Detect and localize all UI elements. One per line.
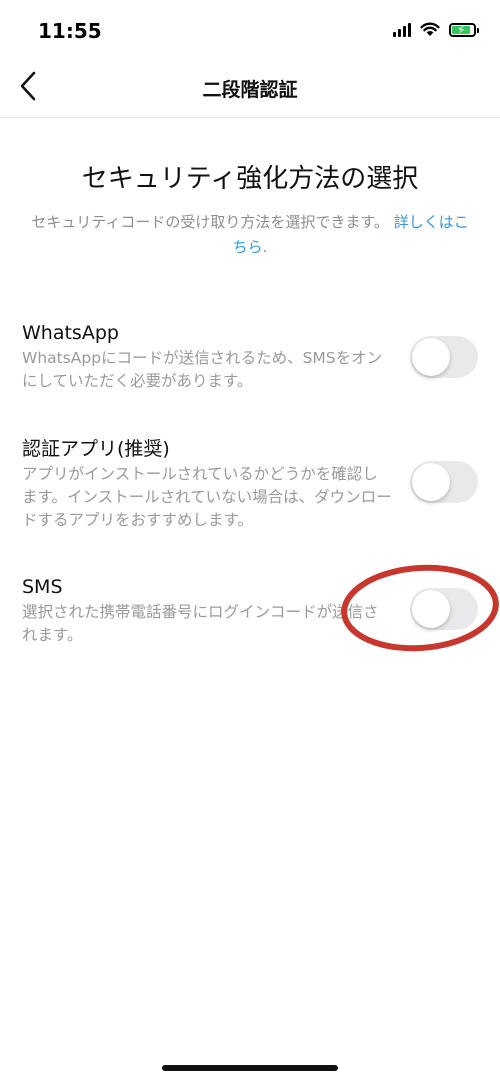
nav-bar: 二段階認証 xyxy=(0,56,500,118)
option-title: WhatsApp xyxy=(22,322,119,344)
toggle-knob xyxy=(412,338,450,376)
option-sms: SMS 選択された携帯電話番号にログインコードが送信されます。 xyxy=(22,574,482,647)
option-description: アプリがインストールされているかどうかを確認します。インストールされていない場合… xyxy=(22,465,392,529)
toggle-knob xyxy=(412,590,450,628)
two-factor-auth-screen: 11:55 ⚡ 二段階認証 セキュリティ強化方法の選択 セキュリティコードの受け… xyxy=(0,0,500,1083)
sms-toggle[interactable] xyxy=(410,588,478,630)
option-title: 認証アプリ(推奨) xyxy=(22,438,170,460)
status-time: 11:55 xyxy=(38,19,102,43)
subtitle-period: . xyxy=(262,238,268,256)
status-icons: ⚡ xyxy=(393,22,479,37)
option-whatsapp: WhatsApp WhatsAppにコードが送信されるため、SMSをオンにしてい… xyxy=(22,320,482,393)
whatsapp-toggle[interactable] xyxy=(410,336,478,378)
option-description: WhatsAppにコードが送信されるため、SMSをオンにしていただく必要がありま… xyxy=(22,349,383,390)
home-indicator xyxy=(162,1065,338,1071)
option-auth-app: 認証アプリ(推奨) アプリがインストールされているかどうかを確認します。インスト… xyxy=(22,436,482,532)
toggle-knob xyxy=(412,463,450,501)
status-bar: 11:55 ⚡ xyxy=(0,0,500,56)
subtitle: セキュリティコードの受け取り方法を選択できます。 詳しくはこちら. xyxy=(24,210,476,260)
battery-charging-icon: ⚡ xyxy=(449,22,479,37)
wifi-icon xyxy=(420,22,440,36)
signal-icon xyxy=(393,22,411,37)
subtitle-text: セキュリティコードの受け取り方法を選択できます。 xyxy=(31,213,389,231)
headline: セキュリティ強化方法の選択 xyxy=(81,164,419,194)
auth-app-toggle[interactable] xyxy=(410,461,478,503)
option-description: 選択された携帯電話番号にログインコードが送信されます。 xyxy=(22,603,379,644)
page-title: 二段階認証 xyxy=(202,79,298,101)
